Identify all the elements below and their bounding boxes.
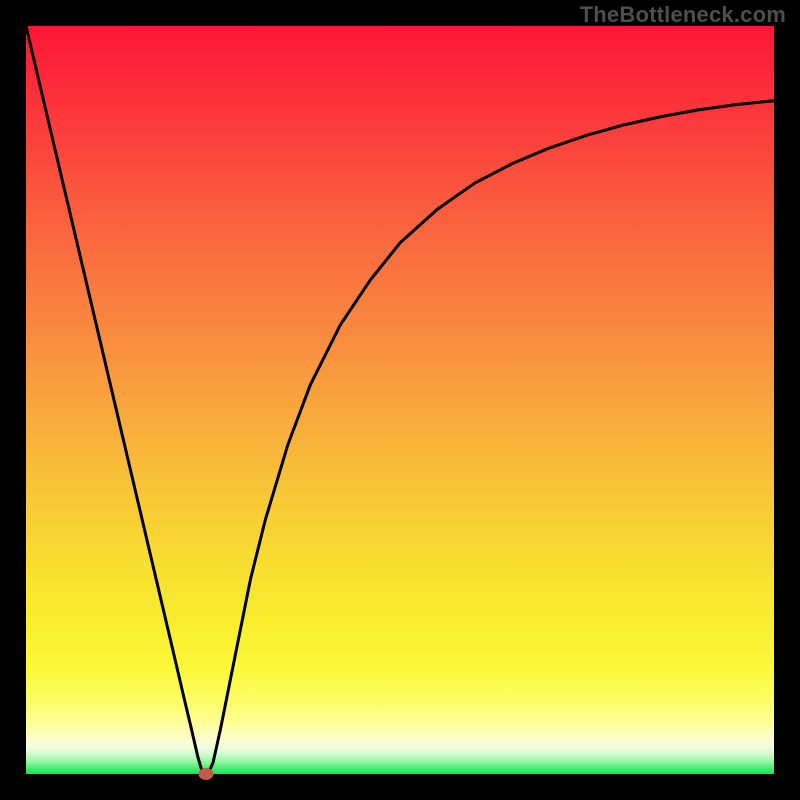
plot-area (26, 26, 774, 774)
bottleneck-curve (26, 26, 774, 774)
chart-frame: TheBottleneck.com (0, 0, 800, 800)
optimum-marker (198, 768, 213, 780)
curve-svg (26, 26, 774, 774)
watermark-text: TheBottleneck.com (580, 2, 786, 28)
